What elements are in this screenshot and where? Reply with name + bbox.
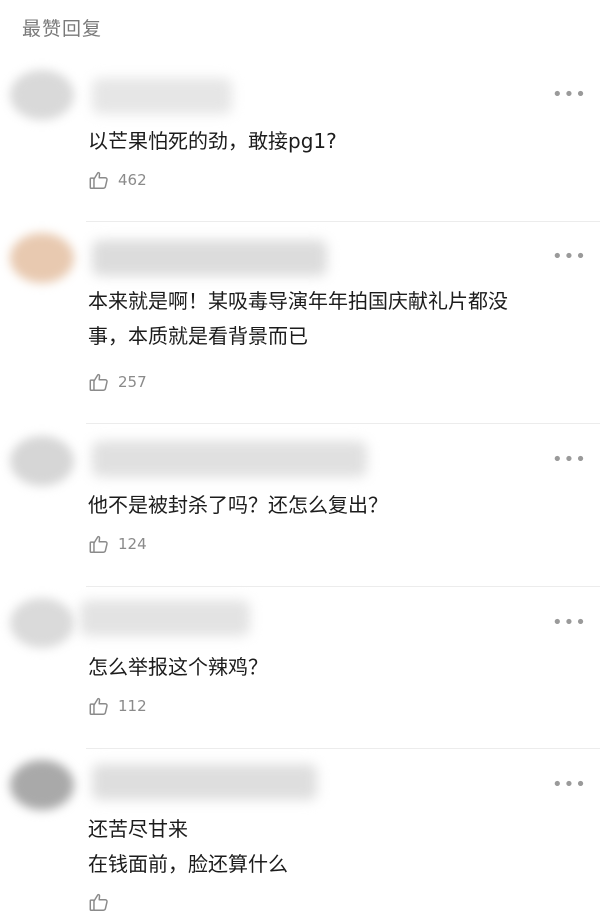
like-button[interactable]: 124 <box>88 532 147 556</box>
more-button[interactable]: ••• <box>552 248 587 266</box>
thumbs-up-icon <box>88 169 110 191</box>
comment-text: 还苦尽甘来 在钱面前，脸还算什么 <box>88 817 288 876</box>
divider <box>86 748 600 749</box>
page-title: 最赞回复 <box>22 18 103 40</box>
comment-text: 怎么举报这个辣鸡？ <box>88 655 268 679</box>
like-button[interactable]: 112 <box>88 694 147 718</box>
more-button[interactable]: ••• <box>552 86 587 104</box>
comment-text: 以芒果怕死的劲，敢接pg1? <box>88 129 337 153</box>
like-count: 112 <box>118 697 147 715</box>
thumbs-up-icon <box>88 533 110 555</box>
avatar[interactable] <box>10 598 74 648</box>
divider <box>86 221 600 222</box>
more-button[interactable]: ••• <box>552 451 587 469</box>
avatar[interactable] <box>10 233 74 283</box>
like-button[interactable] <box>88 890 118 914</box>
like-button[interactable]: 257 <box>88 370 147 394</box>
like-count: 257 <box>118 373 147 391</box>
like-count: 462 <box>118 171 147 189</box>
thumbs-up-icon <box>88 695 110 717</box>
avatar[interactable] <box>10 70 74 120</box>
username-blurred[interactable] <box>92 764 317 800</box>
like-button[interactable]: 462 <box>88 168 147 192</box>
username-blurred[interactable] <box>80 600 250 636</box>
divider <box>86 586 600 587</box>
more-button[interactable]: ••• <box>552 776 587 794</box>
username-blurred[interactable] <box>92 78 232 114</box>
username-blurred[interactable] <box>92 240 327 276</box>
avatar[interactable] <box>10 760 74 810</box>
more-button[interactable]: ••• <box>552 614 587 632</box>
comment-text: 他不是被封杀了吗？还怎么复出？ <box>88 493 388 517</box>
comment-text: 本来就是啊！某吸毒导演年年拍国庆献礼片都没 事，本质就是看背景而已 <box>88 289 508 348</box>
like-count: 124 <box>118 535 147 553</box>
avatar[interactable] <box>10 436 74 486</box>
thumbs-up-icon <box>88 891 110 913</box>
username-blurred[interactable] <box>92 441 367 477</box>
divider <box>86 423 600 424</box>
thumbs-up-icon <box>88 371 110 393</box>
